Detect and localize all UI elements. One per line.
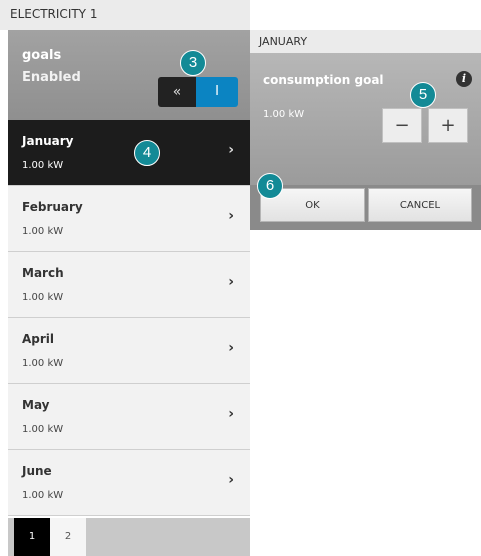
chevron-right-icon: › xyxy=(228,406,234,422)
popup-title: JANUARY xyxy=(259,35,308,48)
pagination: 1 2 xyxy=(8,518,250,556)
goals-state: Enabled xyxy=(22,70,81,85)
month-name: May xyxy=(22,398,50,412)
toggle-on-icon[interactable]: I xyxy=(196,77,238,107)
consumption-goal-label: consumption goal xyxy=(263,73,384,87)
cancel-button[interactable]: CANCEL xyxy=(368,188,472,222)
callout-badge-6: 6 xyxy=(257,173,283,199)
toggle-off-icon[interactable]: « xyxy=(158,77,196,107)
month-name: February xyxy=(22,200,83,214)
month-name: March xyxy=(22,266,64,280)
window-title: ELECTRICITY 1 xyxy=(10,7,98,21)
decrease-button[interactable]: − xyxy=(382,108,422,143)
month-item-february[interactable]: February 1.00 kW › xyxy=(8,186,250,252)
popup-footer: OK CANCEL xyxy=(250,185,481,230)
month-edit-popup: JANUARY consumption goal i 1.00 kW − + O… xyxy=(250,30,481,230)
month-value: 1.00 kW xyxy=(22,160,64,171)
callout-badge-5: 5 xyxy=(410,82,436,108)
month-list: January 1.00 kW › February 1.00 kW › Mar… xyxy=(8,120,250,516)
goals-toggle[interactable]: « I xyxy=(158,77,238,107)
callout-badge-4: 4 xyxy=(134,140,160,166)
month-name: January xyxy=(22,134,74,148)
month-name: April xyxy=(22,332,55,346)
month-item-april[interactable]: April 1.00 kW › xyxy=(8,318,250,384)
chevron-right-icon: › xyxy=(228,142,234,158)
chevron-right-icon: › xyxy=(228,208,234,224)
chevron-right-icon: › xyxy=(228,340,234,356)
month-value: 1.00 kW xyxy=(22,292,64,303)
popup-header: JANUARY xyxy=(250,30,481,53)
consumption-goal-value: 1.00 kW xyxy=(263,109,305,120)
month-value: 1.00 kW xyxy=(22,490,64,501)
month-item-march[interactable]: March 1.00 kW › xyxy=(8,252,250,318)
month-name: June xyxy=(22,464,52,478)
page-button-1[interactable]: 1 xyxy=(14,518,50,556)
month-value: 1.00 kW xyxy=(22,226,64,237)
month-value: 1.00 kW xyxy=(22,424,64,435)
month-item-january[interactable]: January 1.00 kW › xyxy=(8,120,250,186)
goals-panel: goals Enabled « I xyxy=(8,30,250,120)
increase-button[interactable]: + xyxy=(428,108,468,143)
popup-body: consumption goal i 1.00 kW − + xyxy=(250,53,481,185)
window-header: ELECTRICITY 1 xyxy=(0,0,250,30)
info-icon[interactable]: i xyxy=(456,71,472,87)
month-value: 1.00 kW xyxy=(22,358,64,369)
chevron-right-icon: › xyxy=(228,274,234,290)
page-button-2[interactable]: 2 xyxy=(50,518,86,556)
callout-badge-3: 3 xyxy=(180,50,206,76)
month-item-may[interactable]: May 1.00 kW › xyxy=(8,384,250,450)
goals-label: goals xyxy=(22,48,62,63)
month-item-june[interactable]: June 1.00 kW › xyxy=(8,450,250,516)
chevron-right-icon: › xyxy=(228,472,234,488)
